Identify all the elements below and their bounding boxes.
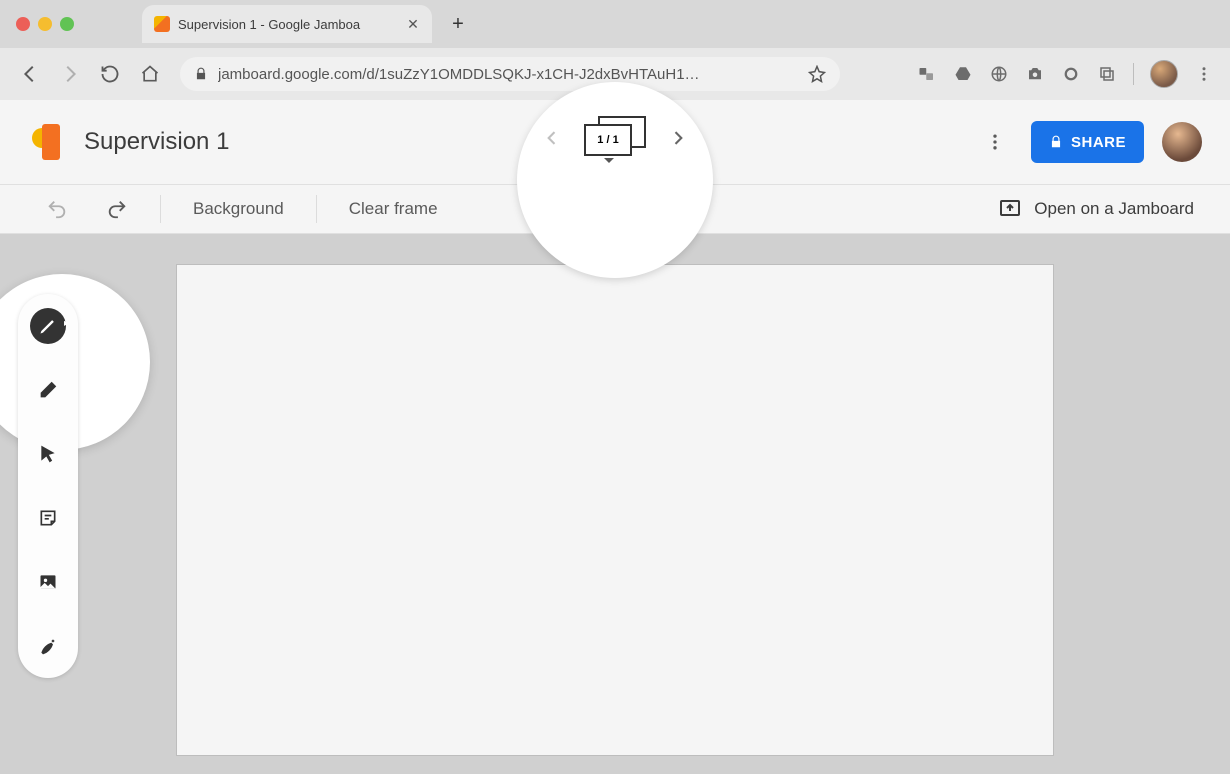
close-window-button[interactable]	[16, 17, 30, 31]
frame-nav-highlight: 1 / 1	[517, 82, 713, 278]
camera-extension-icon[interactable]	[1025, 64, 1045, 84]
frame-count: 1 / 1	[584, 124, 632, 156]
back-button[interactable]	[16, 60, 44, 88]
jamboard-favicon-icon	[154, 16, 170, 32]
browser-tab[interactable]: Supervision 1 - Google Jamboa ✕	[142, 5, 432, 43]
share-label: SHARE	[1071, 134, 1126, 151]
share-button[interactable]: SHARE	[1031, 121, 1144, 163]
frame-indicator[interactable]: 1 / 1	[584, 116, 646, 160]
account-avatar[interactable]	[1162, 122, 1202, 162]
open-on-jamboard-label: Open on a Jamboard	[1034, 199, 1194, 219]
home-button[interactable]	[136, 60, 164, 88]
prev-frame-button[interactable]	[540, 126, 564, 150]
circle-extension-icon[interactable]	[1061, 64, 1081, 84]
redo-button[interactable]	[96, 192, 138, 226]
tab-strip: Supervision 1 - Google Jamboa ✕ +	[0, 0, 1230, 48]
app-header: Supervision 1 1 / 1	[0, 100, 1230, 184]
forward-button[interactable]	[56, 60, 84, 88]
jamboard-app: Supervision 1 1 / 1	[0, 100, 1230, 774]
divider	[1133, 63, 1134, 85]
minimize-window-button[interactable]	[38, 17, 52, 31]
sticky-note-tool[interactable]	[30, 500, 66, 536]
copy-extension-icon[interactable]	[1097, 64, 1117, 84]
translate-extension-icon[interactable]	[917, 64, 937, 84]
close-tab-icon[interactable]: ✕	[406, 17, 420, 31]
open-on-jamboard-button[interactable]: Open on a Jamboard	[998, 197, 1194, 221]
tool-sidebar	[18, 294, 78, 678]
undo-button[interactable]	[36, 192, 78, 226]
url-text: jamboard.google.com/d/1suZzY1OMDDLSQKJ-x…	[218, 66, 798, 83]
pen-tool[interactable]	[30, 308, 66, 344]
document-title[interactable]: Supervision 1	[84, 128, 229, 156]
next-frame-button[interactable]	[666, 126, 690, 150]
header-actions: SHARE	[977, 121, 1202, 163]
lock-icon	[1049, 135, 1063, 149]
window-controls	[16, 17, 74, 31]
frame-navigation: 1 / 1	[540, 116, 690, 160]
maximize-window-button[interactable]	[60, 17, 74, 31]
reload-button[interactable]	[96, 60, 124, 88]
star-icon[interactable]	[808, 65, 826, 83]
tab-title: Supervision 1 - Google Jamboa	[178, 17, 398, 32]
canvas[interactable]	[176, 264, 1054, 756]
divider	[160, 195, 161, 223]
address-bar[interactable]: jamboard.google.com/d/1suZzY1OMDDLSQKJ-x…	[180, 57, 840, 91]
extension-icons	[917, 60, 1214, 88]
new-tab-button[interactable]: +	[444, 10, 472, 38]
globe-extension-icon[interactable]	[989, 64, 1009, 84]
select-tool[interactable]	[30, 436, 66, 472]
more-options-button[interactable]	[977, 124, 1013, 160]
lock-icon	[194, 67, 208, 81]
canvas-area	[0, 234, 1230, 774]
jamboard-logo-icon[interactable]	[28, 124, 64, 160]
clear-frame-button[interactable]: Clear frame	[339, 193, 448, 225]
image-tool[interactable]	[30, 564, 66, 600]
profile-avatar[interactable]	[1150, 60, 1178, 88]
chrome-menu-icon[interactable]	[1194, 64, 1214, 84]
chevron-down-icon	[604, 158, 614, 163]
drive-extension-icon[interactable]	[953, 64, 973, 84]
background-button[interactable]: Background	[183, 193, 294, 225]
divider	[316, 195, 317, 223]
eraser-tool[interactable]	[30, 372, 66, 408]
laser-tool[interactable]	[30, 628, 66, 664]
cast-icon	[998, 197, 1022, 221]
